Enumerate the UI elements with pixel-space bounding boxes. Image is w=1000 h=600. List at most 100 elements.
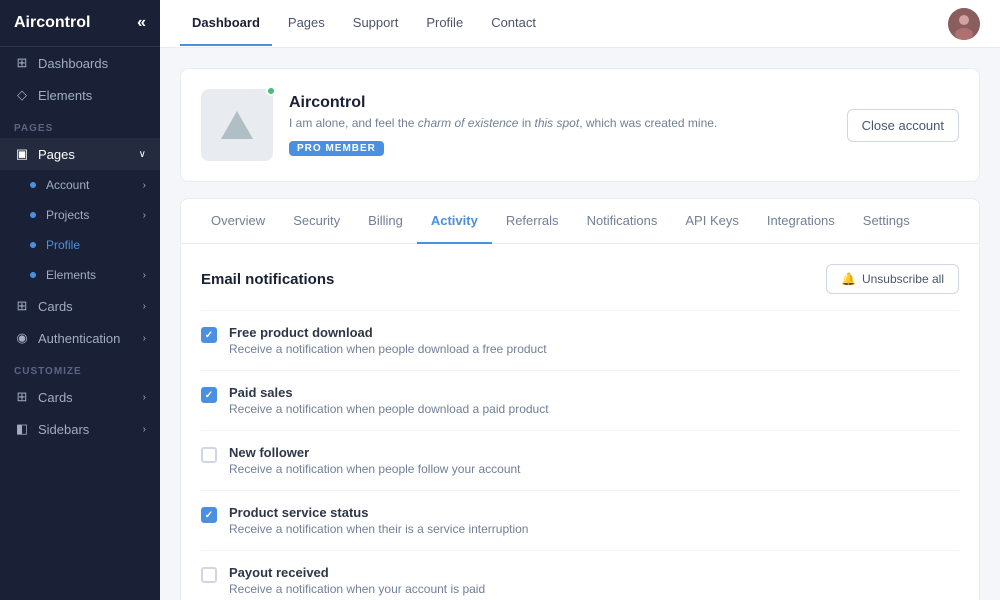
sidebar: Aircontrol « ⊞ Dashboards ◇ Elements PAG… <box>0 0 160 600</box>
checkbox-free-download[interactable] <box>201 327 217 343</box>
content-area: Aircontrol I am alone, and feel the char… <box>160 48 1000 600</box>
topnav-link-dashboard[interactable]: Dashboard <box>180 1 272 46</box>
sidebar-item-label: Profile <box>46 238 80 252</box>
topnav-link-pages[interactable]: Pages <box>276 1 337 46</box>
sidebar-item-profile[interactable]: Profile <box>0 230 160 260</box>
profile-name: Aircontrol <box>289 94 847 112</box>
email-notifications-title: Email notifications <box>201 271 334 288</box>
notif-item-new-follower: New follower Receive a notification when… <box>201 430 959 490</box>
sidebar-item-sidebars[interactable]: ◧ Sidebars › <box>0 413 160 445</box>
tab-referrals[interactable]: Referrals <box>492 199 573 244</box>
notif-text: Free product download Receive a notifica… <box>229 325 959 356</box>
tab-integrations[interactable]: Integrations <box>753 199 849 244</box>
dot-icon <box>30 272 36 278</box>
checkbox-paid-sales[interactable] <box>201 387 217 403</box>
notif-label: Product service status <box>229 505 959 520</box>
diamond-icon: ◇ <box>14 87 30 103</box>
notif-item-free-download: Free product download Receive a notifica… <box>201 310 959 370</box>
pro-badge: PRO MEMBER <box>289 141 384 156</box>
profile-card: Aircontrol I am alone, and feel the char… <box>180 68 980 182</box>
topnav-link-profile[interactable]: Profile <box>414 1 475 46</box>
sidebar-item-dashboards[interactable]: ⊞ Dashboards <box>0 47 160 79</box>
notif-desc: Receive a notification when your account… <box>229 582 959 596</box>
checkbox-input[interactable] <box>201 447 217 463</box>
profile-info: Aircontrol I am alone, and feel the char… <box>289 94 847 156</box>
chevron-down-icon: ∨ <box>139 149 146 160</box>
notif-label: Payout received <box>229 565 959 580</box>
tab-notifications[interactable]: Notifications <box>573 199 672 244</box>
chevron-right-icon: › <box>143 301 146 312</box>
main-content: Dashboard Pages Support Profile Contact … <box>160 0 1000 600</box>
customize-section-label: CUSTOMIZE <box>0 354 160 381</box>
section-header: Email notifications 🔔 Unsubscribe all <box>201 264 959 294</box>
tab-overview[interactable]: Overview <box>197 199 279 244</box>
auth-icon: ◉ <box>14 330 30 346</box>
notif-text: Payout received Receive a notification w… <box>229 565 959 596</box>
sidebar-item-pages[interactable]: ▣ Pages ∨ <box>0 138 160 170</box>
sidebar-item-authentication[interactable]: ◉ Authentication › <box>0 322 160 354</box>
notif-text: Paid sales Receive a notification when p… <box>229 385 959 416</box>
cards-icon: ⊞ <box>14 298 30 314</box>
tab-security[interactable]: Security <box>279 199 354 244</box>
unsubscribe-label: Unsubscribe all <box>862 272 944 286</box>
sidebar-item-label: Sidebars <box>38 422 89 437</box>
sidebars-icon: ◧ <box>14 421 30 437</box>
chevron-right-icon: › <box>143 180 146 191</box>
notif-text: New follower Receive a notification when… <box>229 445 959 476</box>
notif-item-payout-received: Payout received Receive a notification w… <box>201 550 959 600</box>
dot-icon <box>30 242 36 248</box>
chevron-right-icon: › <box>143 392 146 403</box>
sidebar-item-elements2[interactable]: Elements › <box>0 260 160 290</box>
checkbox-new-follower[interactable] <box>201 447 217 463</box>
avatar[interactable] <box>948 8 980 40</box>
notif-item-product-service: Product service status Receive a notific… <box>201 490 959 550</box>
notif-label: New follower <box>229 445 959 460</box>
checkbox-input[interactable] <box>201 567 217 583</box>
unsubscribe-all-button[interactable]: 🔔 Unsubscribe all <box>826 264 959 294</box>
collapse-icon[interactable]: « <box>137 14 146 32</box>
tab-api-keys[interactable]: API Keys <box>671 199 752 244</box>
checkbox-input[interactable] <box>201 507 217 523</box>
grid-icon: ⊞ <box>14 55 30 71</box>
topnav-links: Dashboard Pages Support Profile Contact <box>180 1 948 46</box>
checkbox-product-service[interactable] <box>201 507 217 523</box>
sidebar-logo: Aircontrol « <box>0 0 160 47</box>
section-tabs: Overview Security Billing Activity Refer… <box>180 198 980 600</box>
close-account-button[interactable]: Close account <box>847 109 959 142</box>
sidebar-item-label: Cards <box>38 299 73 314</box>
sidebar-item-label: Projects <box>46 208 89 222</box>
sidebar-item-account[interactable]: Account › <box>0 170 160 200</box>
sidebar-item-cards2[interactable]: ⊞ Cards › <box>0 381 160 413</box>
sidebar-item-label: Cards <box>38 390 73 405</box>
cards2-icon: ⊞ <box>14 389 30 405</box>
tab-settings[interactable]: Settings <box>849 199 924 244</box>
notif-item-paid-sales: Paid sales Receive a notification when p… <box>201 370 959 430</box>
chevron-right-icon: › <box>143 424 146 435</box>
email-notifications-section: Email notifications 🔔 Unsubscribe all Fr… <box>181 244 979 600</box>
notif-label: Free product download <box>229 325 959 340</box>
topnav-link-support[interactable]: Support <box>341 1 411 46</box>
dot-icon <box>30 182 36 188</box>
topnav-link-contact[interactable]: Contact <box>479 1 548 46</box>
sidebar-item-label: Elements <box>38 88 92 103</box>
sidebar-item-label: Authentication <box>38 331 120 346</box>
pages-section-label: PAGES <box>0 111 160 138</box>
checkbox-input[interactable] <box>201 387 217 403</box>
tabs-row: Overview Security Billing Activity Refer… <box>181 199 979 244</box>
sidebar-item-cards[interactable]: ⊞ Cards › <box>0 290 160 322</box>
app-title: Aircontrol <box>14 14 90 32</box>
profile-avatar-box <box>201 89 273 161</box>
pages-icon: ▣ <box>14 146 30 162</box>
checkbox-payout-received[interactable] <box>201 567 217 583</box>
sidebar-item-elements[interactable]: ◇ Elements <box>0 79 160 111</box>
notif-desc: Receive a notification when people downl… <box>229 342 959 356</box>
sidebar-item-label: Account <box>46 178 89 192</box>
tab-billing[interactable]: Billing <box>354 199 417 244</box>
sidebar-item-projects[interactable]: Projects › <box>0 200 160 230</box>
chevron-right-icon: › <box>143 210 146 221</box>
checkbox-input[interactable] <box>201 327 217 343</box>
tab-activity[interactable]: Activity <box>417 199 492 244</box>
sidebar-item-label: Elements <box>46 268 96 282</box>
notif-desc: Receive a notification when people downl… <box>229 402 959 416</box>
chevron-right-icon: › <box>143 333 146 344</box>
